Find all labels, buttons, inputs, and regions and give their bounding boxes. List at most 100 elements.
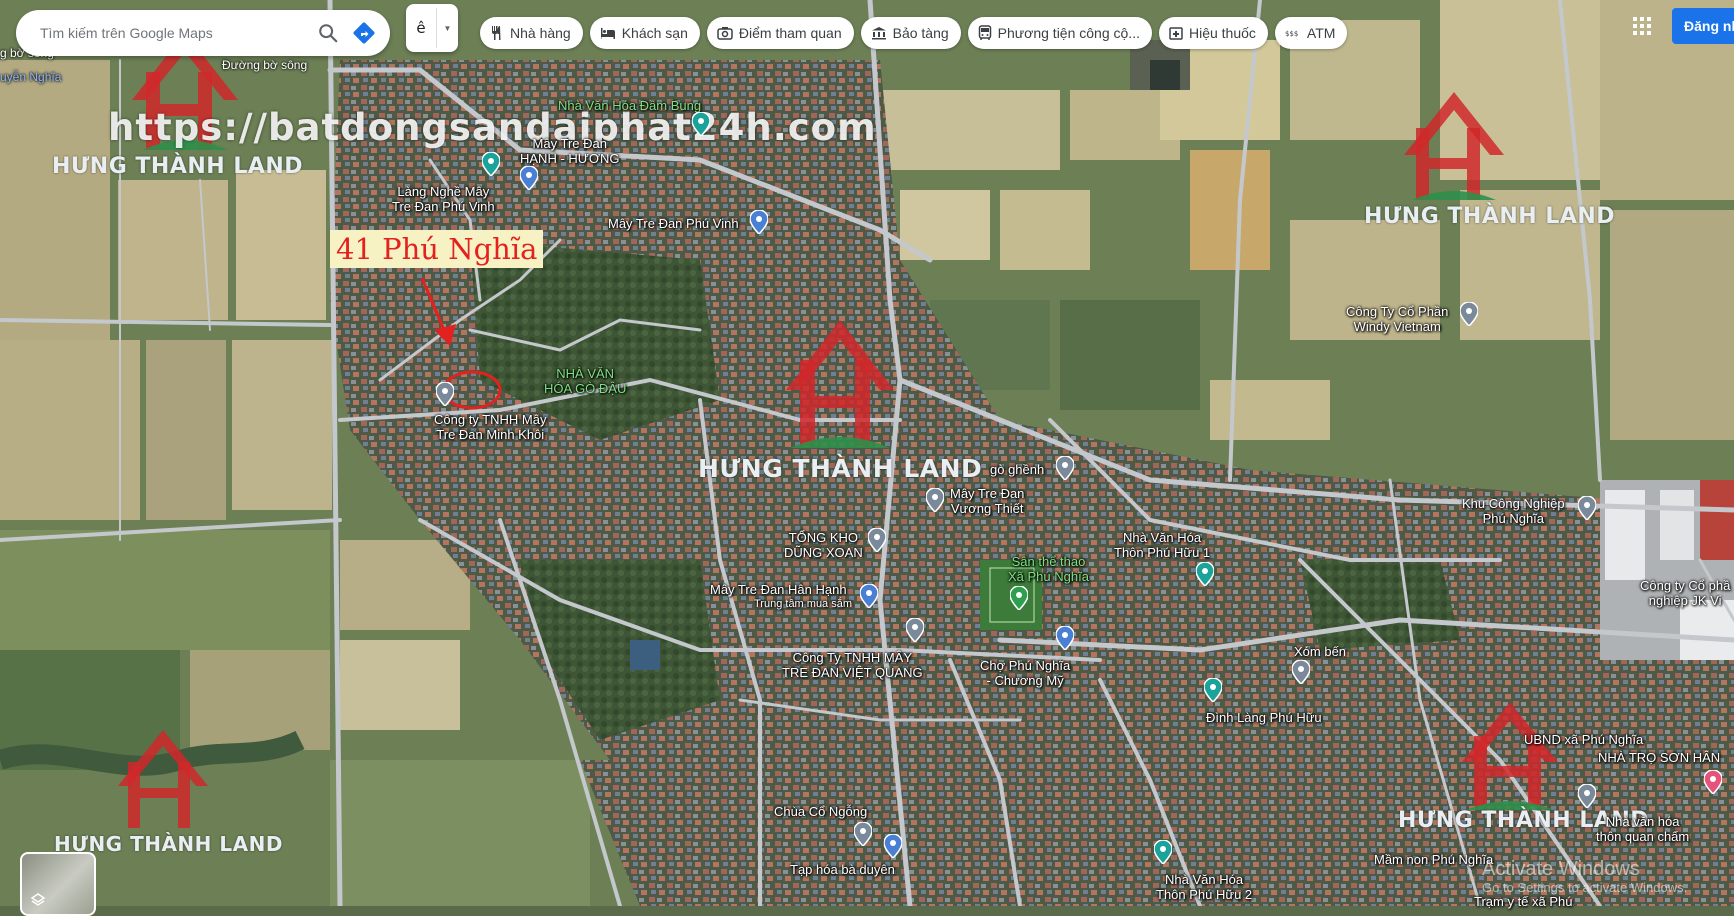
activate-sub: Go to Settings to activate Windows. [1482,880,1688,895]
poi-khu-cong-nghiep[interactable]: Khu Công Nghiệp Phú Nghĩa [1462,496,1565,526]
map-pin-icon[interactable] [1292,660,1310,684]
poi-cho-phu-nghia[interactable]: Chợ Phú Nghĩa - Chương Mỹ [980,658,1070,688]
activate-windows-watermark: Activate Windows Go to Settings to activ… [1482,858,1687,895]
map-pin-icon[interactable] [884,834,902,858]
chip-atm[interactable]: $$$ ATM [1274,17,1348,49]
chip-label: ATM [1306,25,1336,41]
map-pin-icon[interactable] [1056,456,1074,480]
poi-han-hanh-sub: Trung tâm mua sắm [754,598,853,610]
ht-logo-icon [786,320,894,448]
chip-transit[interactable]: Phương tiện công cộ... [967,17,1152,49]
chip-label: Phương tiện công cộ... [997,25,1140,41]
map-pin-icon[interactable] [1010,586,1028,610]
chip-label: Bảo tàng [892,25,949,41]
map-pin-icon[interactable] [482,152,500,176]
poi-go-ghenh[interactable]: gò ghềnh [990,462,1044,477]
poi-may-tre-phu-vinh[interactable]: Mây Tre Đan Phú Vinh [608,216,739,231]
poi-nvh-go-dau[interactable]: NHÀ VĂN HÓA GÒ ĐẬU [544,366,626,396]
brand-watermark-text: HƯNG THÀNH LAND [1364,204,1616,229]
map-pin-icon[interactable] [906,618,924,642]
apps-grid-icon[interactable] [1630,14,1654,38]
chip-restaurant[interactable]: Nhà hàng [480,17,583,49]
map-pin-icon[interactable] [1578,496,1596,520]
poi-nvh-dam-bung[interactable]: Nhà Văn Hóa Đầm Bung [558,98,701,113]
poi-san-the-thao[interactable]: Sân thể thao Xã Phú Nghĩa [1008,554,1089,584]
watermark-bottom-right: HƯNG THÀNH LAND [1398,700,1649,833]
watermark-bottom-left: HƯNG THÀNH LAND [54,728,282,856]
restaurant-icon [492,26,501,40]
map-pin-icon[interactable] [1056,626,1074,650]
map-pin-icon[interactable] [860,584,878,608]
map-pin-icon[interactable] [868,528,886,552]
map-pin-icon[interactable] [1196,562,1214,586]
poi-viet-quang[interactable]: Công Ty TNHH MÂY TRE ĐAN VIỆT QUANG [782,650,923,680]
poi-mam-non[interactable]: Mầm non Phú Nghĩa [1374,852,1493,867]
poi-tong-kho[interactable]: TỔNG KHO DŨNG XOAN [784,530,863,560]
museum-icon [871,27,886,40]
atm-icon: $$$ [1285,30,1298,38]
poi-windy-vietnam[interactable]: Công Ty Cổ Phần Windy Vietnam [1346,304,1448,334]
search-icon[interactable] [310,15,346,51]
map-pin-icon[interactable] [436,382,454,406]
chevron-down-icon: ▼ [443,23,452,33]
road-label-left-edge-2: uyễn Nghĩa [0,70,62,84]
chip-label: Khách sạn [621,25,688,41]
layers-toggle[interactable] [20,852,96,916]
poi-may-tre-dan-hanh-huong[interactable]: Mây Tre Đan HẠNH - HƯƠNG [520,136,620,166]
ht-logo-icon [1462,702,1558,810]
map-pin-icon[interactable] [854,822,872,846]
brand-watermark-text: HƯNG THÀNH LAND [52,154,304,179]
map-pin-icon[interactable] [1460,302,1478,326]
poi-vuong-thiet[interactable]: Mây Tre Đan Vương Thiết [950,486,1024,516]
map-pin-icon[interactable] [1154,840,1172,864]
map-pin-icon[interactable] [926,488,944,512]
search-box [16,10,390,56]
map-pin-icon[interactable] [692,112,710,136]
hotel-icon [600,28,615,39]
map-pin-icon[interactable] [1578,784,1596,808]
poi-chua-co-ngong[interactable]: Chùa Cổ Ngỗng [774,804,867,819]
watermark-top-right: HƯNG THÀNH LAND [1364,90,1615,229]
watermark-center: HƯNG THÀNH LAND [698,318,982,483]
poi-minh-khoi[interactable]: Công ty TNHH Mây Tre Đan Minh Khôi [434,412,546,442]
poi-lang-nghe-may[interactable]: Làng Nghề Mây Tre Đan Phú Vinh [392,184,495,214]
map-pin-icon[interactable] [1704,770,1722,794]
chip-label: Hiệu thuốc [1188,25,1256,41]
category-chips: Nhà hàng Khách sạn Điểm tham quan Bảo tà… [480,17,1348,49]
map-pin-icon[interactable] [1204,678,1222,702]
poi-nvh-quan-cham[interactable]: Nhà văn hóa thôn quan chấm [1596,814,1689,844]
chip-pharmacy[interactable]: Hiệu thuốc [1158,17,1268,49]
chip-museum[interactable]: Bảo tàng [860,17,961,49]
poi-nha-tro[interactable]: NHÀ TRỌ SƠN HÂN [1598,750,1720,765]
layer-select-value: ê [416,19,426,37]
poi-cong-ty-jk[interactable]: Công ty Cổ phầ nghiệp JK Vi [1640,578,1730,608]
chip-attractions[interactable]: Điểm tham quan [706,17,854,49]
directions-icon[interactable] [346,15,382,51]
search-input[interactable] [38,24,310,42]
signin-button[interactable]: Đăng nh [1672,8,1734,44]
callout-41-phu-nghia: 41 Phú Nghĩa [330,230,544,268]
poi-nvh-phu-huu-1[interactable]: Nhà Văn Hóa Thôn Phú Hữu 1 [1114,530,1210,560]
poi-tram-y-te[interactable]: Trạm y tế xã Phú [1474,894,1573,909]
poi-dinh-lang-phu-huu[interactable]: Đình Làng Phú Hữu [1206,710,1322,725]
ht-logo-icon [118,730,208,828]
chip-hotel[interactable]: Khách sạn [589,17,700,49]
url-watermark: https://batdongsandaiphat24h.com [108,106,877,149]
layer-select[interactable]: ê ▼ [406,4,458,52]
map-pin-icon[interactable] [750,210,768,234]
transit-icon [978,25,991,40]
poi-han-hanh[interactable]: Mây Tre Đan Hân Hạnh [710,582,847,597]
chip-label: Điểm tham quan [738,25,842,41]
map-pin-icon[interactable] [520,166,538,190]
camera-icon [717,27,733,40]
poi-xom-ben[interactable]: Xóm bến [1294,644,1346,659]
activate-title: Activate Windows [1482,858,1640,880]
brand-watermark-text: HƯNG THÀNH LAND [698,454,983,483]
poi-tap-hoa[interactable]: Tạp hóa bà duyên [790,862,895,877]
pharmacy-icon [1169,27,1183,40]
poi-nvh-phu-huu-2[interactable]: Nhà Văn Hóa Thôn Phú Hữu 2 [1156,872,1252,902]
svg-text:$$$: $$$ [1285,30,1298,38]
road-label-duong-bo-song: Đường bờ sông [222,58,308,72]
poi-ubnd[interactable]: UBND xã Phú Nghĩa [1524,732,1643,747]
chip-label: Nhà hàng [510,25,571,41]
